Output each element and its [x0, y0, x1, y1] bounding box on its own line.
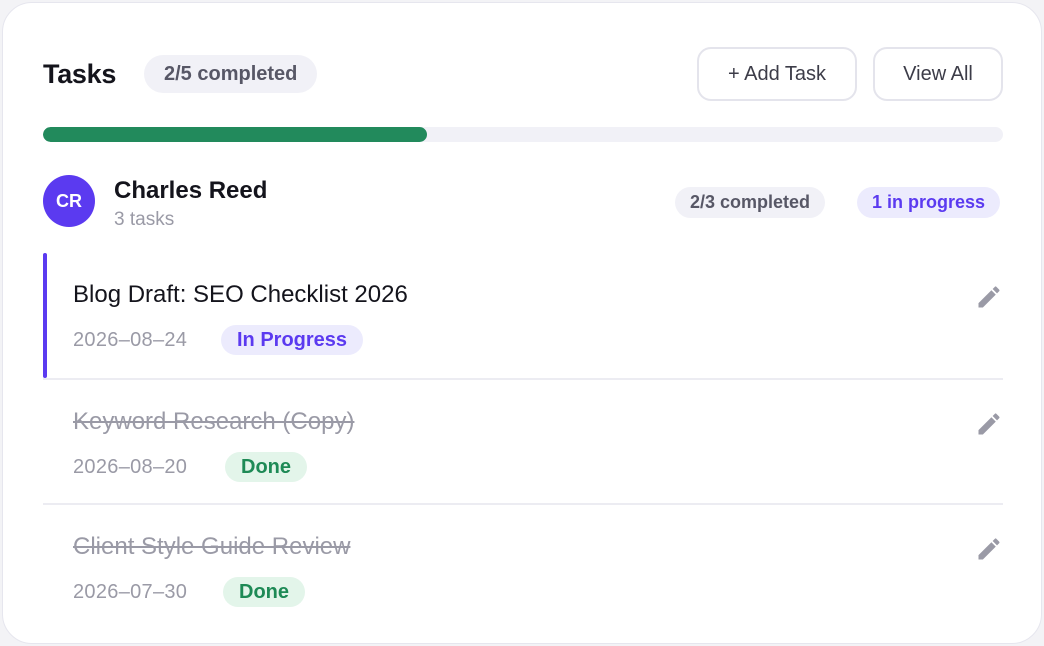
pencil-icon[interactable]	[975, 283, 1003, 311]
task-row[interactable]: Blog Draft: SEO Checklist 2026 2026–08–2…	[43, 253, 1003, 378]
pencil-icon[interactable]	[975, 535, 1003, 563]
task-title: Keyword Research (Copy)	[73, 408, 355, 435]
add-task-button[interactable]: + Add Task	[697, 47, 857, 101]
progress-bar	[43, 127, 1003, 142]
tasks-card: Tasks 2/5 completed + Add Task View All …	[2, 2, 1042, 644]
task-due-date: 2026–08–24	[73, 329, 188, 351]
user-in-progress-badge: 1 in progress	[857, 187, 1001, 218]
task-title: Blog Draft: SEO Checklist 2026	[73, 281, 408, 308]
pencil-icon[interactable]	[975, 410, 1003, 438]
user-completed-badge: 2/3 completed	[675, 187, 826, 218]
user-task-count: 3 tasks	[114, 209, 175, 230]
card-title: Tasks	[43, 59, 117, 89]
status-badge: In Progress	[221, 325, 364, 355]
avatar: CR	[43, 175, 95, 227]
task-row[interactable]: Keyword Research (Copy) 2026–08–20 Done	[43, 378, 1003, 503]
progress-bar-fill	[43, 127, 427, 142]
completed-count-badge: 2/5 completed	[144, 55, 318, 93]
status-badge: Done	[223, 577, 305, 607]
task-due-date: 2026–08–20	[73, 456, 188, 478]
user-group-header: CR Charles Reed 3 tasks 2/3 completed 1 …	[43, 175, 1003, 235]
task-title: Client Style Guide Review	[73, 533, 351, 560]
view-all-button[interactable]: View All	[873, 47, 1003, 101]
task-row[interactable]: Client Style Guide Review 2026–07–30 Don…	[43, 503, 1003, 628]
active-task-indicator	[43, 253, 47, 378]
card-header: Tasks 2/5 completed + Add Task View All	[43, 47, 1003, 101]
status-badge: Done	[225, 452, 307, 482]
task-due-date: 2026–07–30	[73, 581, 188, 603]
user-name: Charles Reed	[114, 177, 268, 204]
